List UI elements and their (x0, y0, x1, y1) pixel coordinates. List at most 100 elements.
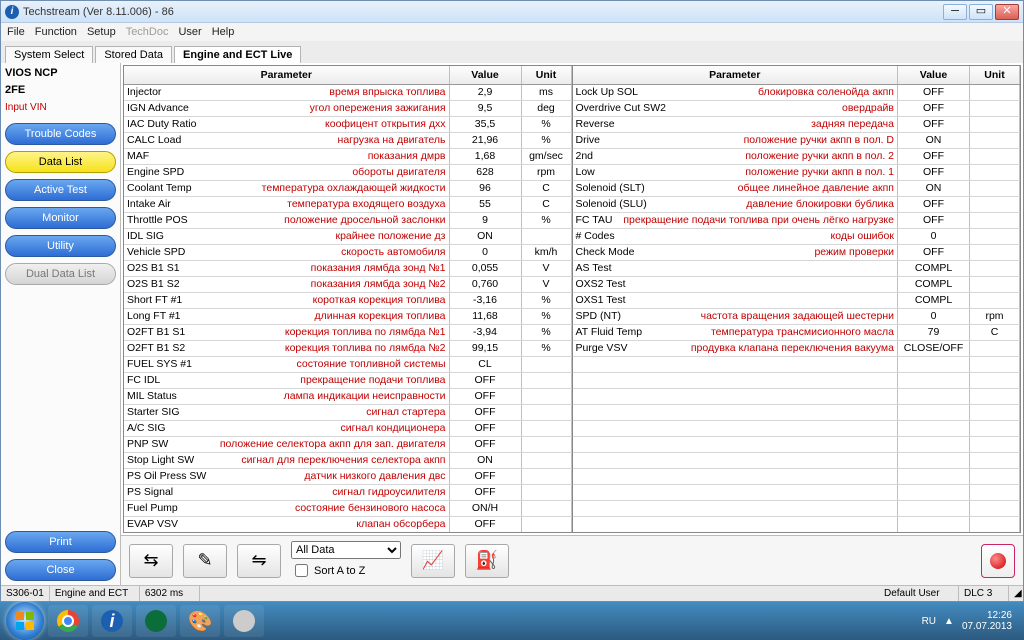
taskbar-chrome[interactable] (48, 605, 88, 637)
fuel-button[interactable]: ⛽ (465, 544, 509, 578)
table-row[interactable]: Engine SPDобороты двигателя628rpm (124, 165, 572, 181)
table-row[interactable]: Purge VSVпродувка клапана переключения в… (573, 341, 1021, 357)
table-row[interactable]: O2FT B1 S2корекция топлива по лямбда №29… (124, 341, 572, 357)
table-row[interactable]: Driveположение ручки акпп в пол. DON (573, 133, 1021, 149)
table-row[interactable]: Overdrive Cut SW2овердрайвOFF (573, 101, 1021, 117)
menu-techdoc[interactable]: TechDoc (126, 26, 169, 38)
table-row[interactable]: PNP SWположение селектора акпп для зап. … (124, 437, 572, 453)
table-row[interactable]: Coolant Tempтемпература охлаждающей жидк… (124, 181, 572, 197)
table-row[interactable]: AT Fluid Tempтемпература трансмисионного… (573, 325, 1021, 341)
input-vin-link[interactable]: Input VIN (5, 102, 116, 113)
table-row[interactable]: EVAP VSVклапан обсорбераOFF (124, 517, 572, 532)
taskbar-techstream[interactable]: i (92, 605, 132, 637)
fuel-icon: ⛽ (476, 550, 498, 571)
status-user: Default User (879, 586, 959, 601)
menu-function[interactable]: Function (35, 26, 77, 38)
col-parameter[interactable]: Parameter (124, 66, 450, 84)
side-monitor[interactable]: Monitor (5, 207, 116, 229)
table-row[interactable]: Injectorвремя впрыска топлива2,9ms (124, 85, 572, 101)
table-row[interactable]: Starter SIGсигнал стартераOFF (124, 405, 572, 421)
record-button[interactable] (981, 544, 1015, 578)
table-row[interactable]: SPD (NT)частота вращения задающей шестер… (573, 309, 1021, 325)
table-row[interactable]: Lowположение ручки акпп в пол. 1OFF (573, 165, 1021, 181)
table-row[interactable]: IDL SIGкрайнее положение дзON (124, 229, 572, 245)
table-row[interactable]: MIL Statusлампа индикации неисправностиO… (124, 389, 572, 405)
right-grid[interactable]: Parameter Value Unit Lock Up SOLблокиров… (573, 65, 1022, 533)
status-resize-grip[interactable]: ◢ (1009, 586, 1023, 601)
table-row[interactable]: IGN Advanceугол опережения зажигания9,5d… (124, 101, 572, 117)
table-row[interactable]: Short FT #1короткая корекция топлива-3,1… (124, 293, 572, 309)
graph-button[interactable]: 📈 (411, 544, 455, 578)
table-row[interactable]: Intake Airтемпература входящего воздуха5… (124, 197, 572, 213)
tray-flag-icon[interactable]: ▲ (944, 616, 954, 627)
table-row[interactable]: PS Oil Press SWдатчик низкого давления д… (124, 469, 572, 485)
table-row[interactable]: Check Modeрежим проверкиOFF (573, 245, 1021, 261)
side-utility[interactable]: Utility (5, 235, 116, 257)
table-row[interactable]: OXS2 TestCOMPL (573, 277, 1021, 293)
table-row[interactable]: Fuel Pumpсостояние бензинового насосаON/… (124, 501, 572, 517)
sort-checkbox-label[interactable]: Sort A to Z (291, 561, 401, 580)
table-row[interactable]: Lock Up SOLблокировка соленойда акппOFF (573, 85, 1021, 101)
table-row[interactable]: Solenoid (SLT)общее линейное давление ак… (573, 181, 1021, 197)
col-parameter[interactable]: Parameter (573, 66, 899, 84)
table-row-empty (573, 389, 1021, 405)
table-row[interactable]: O2S B1 S1показания лямбда зонд №10,055V (124, 261, 572, 277)
table-row-empty (573, 469, 1021, 485)
table-row[interactable]: FUEL SYS #1состояние топливной системыCL (124, 357, 572, 373)
table-row[interactable]: AS TestCOMPL (573, 261, 1021, 277)
minimize-button[interactable]: ─ (943, 4, 967, 20)
tab-engine-and-ect-live[interactable]: Engine and ECT Live (174, 46, 301, 63)
columns-button-1[interactable]: ⇆ (129, 544, 173, 578)
table-row[interactable]: Reverseзадняя передачаOFF (573, 117, 1021, 133)
table-row[interactable]: Stop Light SWсигнал для переключения сел… (124, 453, 572, 469)
close-window-button[interactable]: ✕ (995, 4, 1019, 20)
sort-checkbox[interactable] (295, 564, 308, 577)
table-row[interactable]: # Codesкоды ошибок0 (573, 229, 1021, 245)
left-grid[interactable]: Parameter Value Unit Injectorвремя впрыс… (123, 65, 573, 533)
tab-stored-data[interactable]: Stored Data (95, 46, 172, 63)
tray-lang[interactable]: RU (922, 616, 936, 627)
col-value[interactable]: Value (450, 66, 522, 84)
menu-setup[interactable]: Setup (87, 26, 116, 38)
taskbar-app5[interactable] (224, 605, 264, 637)
taskbar-paint[interactable]: 🎨 (180, 605, 220, 637)
menu-user[interactable]: User (178, 26, 201, 38)
table-row[interactable]: FC TAUпрекращение подачи топлива при оче… (573, 213, 1021, 229)
columns-button-3[interactable]: ⇋ (237, 544, 281, 578)
table-row[interactable]: OXS1 TestCOMPL (573, 293, 1021, 309)
side-active-test[interactable]: Active Test (5, 179, 116, 201)
status-time: 6302 ms (140, 586, 200, 601)
side-trouble-codes[interactable]: Trouble Codes (5, 123, 116, 145)
table-row[interactable]: 2ndположение ручки акпп в пол. 2OFF (573, 149, 1021, 165)
table-row[interactable]: MAFпоказания дмрв1,68gm/sec (124, 149, 572, 165)
side-print[interactable]: Print (5, 531, 116, 553)
table-row[interactable]: PS Signalсигнал гидроусилителяOFF (124, 485, 572, 501)
table-row[interactable]: Throttle POSположение дросельной заслонк… (124, 213, 572, 229)
col-value[interactable]: Value (898, 66, 970, 84)
menu-file[interactable]: File (7, 26, 25, 38)
side-close[interactable]: Close (5, 559, 116, 581)
table-row[interactable]: Vehicle SPDскорость автомобиля0km/h (124, 245, 572, 261)
table-row[interactable]: IAC Duty Ratioкоофицент открытия дхх35,5… (124, 117, 572, 133)
columns-button-2[interactable]: ✎ (183, 544, 227, 578)
start-button[interactable] (6, 602, 44, 640)
table-row[interactable]: Solenoid (SLU)давление блокировки бублик… (573, 197, 1021, 213)
table-row[interactable]: A/C SIGсигнал кондиционераOFF (124, 421, 572, 437)
tab-system-select[interactable]: System Select (5, 46, 93, 63)
table-row[interactable]: Long FT #1длинная корекция топлива11,68% (124, 309, 572, 325)
taskbar-app3[interactable] (136, 605, 176, 637)
table-row[interactable]: O2S B1 S2показания лямбда зонд №20,760V (124, 277, 572, 293)
filter-combo[interactable]: All Data (291, 541, 401, 559)
col-unit[interactable]: Unit (522, 66, 572, 84)
table-row[interactable]: O2FT B1 S1корекция топлива по лямбда №1-… (124, 325, 572, 341)
side-data-list[interactable]: Data List (5, 151, 116, 173)
vehicle-line1: VIOS NCP (5, 67, 116, 80)
menu-help[interactable]: Help (212, 26, 235, 38)
side-dual-data-list[interactable]: Dual Data List (5, 263, 116, 285)
table-row[interactable]: CALC Loadнагрузка на двигатель21,96% (124, 133, 572, 149)
system-tray[interactable]: RU ▲ 12:26 07.07.2013 (922, 610, 1018, 632)
maximize-button[interactable]: ▭ (969, 4, 993, 20)
table-row[interactable]: FC IDLпрекращение подачи топливаOFF (124, 373, 572, 389)
col-unit[interactable]: Unit (970, 66, 1020, 84)
tray-clock[interactable]: 12:26 07.07.2013 (962, 610, 1012, 632)
